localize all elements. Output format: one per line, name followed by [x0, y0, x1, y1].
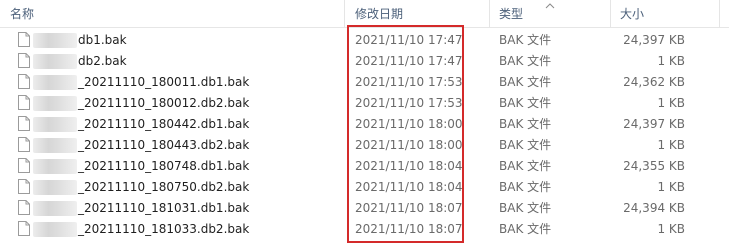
column-header-size[interactable]: 大小 [620, 0, 644, 28]
redacted-name-prefix [33, 201, 77, 216]
file-date-modified: 2021/11/10 18:00 [355, 138, 463, 152]
file-name: db1.bak [78, 33, 127, 47]
file-date-modified: 2021/11/10 17:47 [355, 33, 463, 47]
file-row[interactable]: db2.bak 2021/11/10 17:47 BAK 文件 1 KB [0, 51, 729, 72]
file-row[interactable]: _20211110_181033.db2.bak 2021/11/10 18:0… [0, 219, 729, 240]
file-icon [18, 179, 30, 194]
file-size: 24,362 KB [623, 75, 685, 89]
file-size: 1 KB [657, 222, 685, 236]
file-type: BAK 文件 [499, 117, 552, 131]
file-name: _20211110_180443.db2.bak [78, 138, 250, 152]
file-row[interactable]: db1.bak 2021/11/10 17:47 BAK 文件 24,397 K… [0, 30, 729, 51]
file-name: _20211110_180750.db2.bak [78, 180, 250, 194]
file-type: BAK 文件 [499, 180, 552, 194]
file-size: 24,397 KB [623, 33, 685, 47]
redacted-name-prefix [33, 54, 77, 69]
file-name: _20211110_180012.db2.bak [78, 96, 250, 110]
file-size: 1 KB [657, 96, 685, 110]
redacted-name-prefix [33, 117, 77, 132]
file-type: BAK 文件 [499, 222, 552, 236]
file-row[interactable]: _20211110_180012.db2.bak 2021/11/10 17:5… [0, 93, 729, 114]
column-divider[interactable] [610, 0, 611, 28]
file-icon [18, 116, 30, 131]
file-date-modified: 2021/11/10 17:53 [355, 96, 463, 110]
file-row[interactable]: _20211110_180443.db2.bak 2021/11/10 18:0… [0, 135, 729, 156]
file-icon [18, 32, 30, 47]
file-name: _20211110_180011.db1.bak [78, 75, 250, 89]
file-icon [18, 137, 30, 152]
file-size: 1 KB [657, 54, 685, 68]
file-name: _20211110_181033.db2.bak [78, 222, 250, 236]
file-size: 1 KB [657, 180, 685, 194]
file-icon [18, 200, 30, 215]
file-name: _20211110_180442.db1.bak [78, 117, 250, 131]
file-size: 24,394 KB [623, 201, 685, 215]
file-type: BAK 文件 [499, 96, 552, 110]
column-divider[interactable] [344, 0, 345, 28]
column-header-date-modified[interactable]: 修改日期 [355, 0, 403, 28]
file-size: 24,355 KB [623, 159, 685, 173]
file-date-modified: 2021/11/10 17:53 [355, 75, 463, 89]
file-icon [18, 95, 30, 110]
column-header-bar: 名称 修改日期 类型 大小 [0, 0, 729, 28]
file-name: _20211110_180748.db1.bak [78, 159, 250, 173]
file-date-modified: 2021/11/10 18:04 [355, 180, 463, 194]
file-row[interactable]: _20211110_180748.db1.bak 2021/11/10 18:0… [0, 156, 729, 177]
file-row[interactable]: _20211110_180011.db1.bak 2021/11/10 17:5… [0, 72, 729, 93]
file-date-modified: 2021/11/10 18:04 [355, 159, 463, 173]
redacted-name-prefix [33, 159, 77, 174]
file-icon [18, 53, 30, 68]
column-divider[interactable] [489, 0, 490, 28]
redacted-name-prefix [33, 96, 77, 111]
file-icon [18, 74, 30, 89]
redacted-name-prefix [33, 138, 77, 153]
file-icon [18, 158, 30, 173]
sort-caret-icon [545, 3, 555, 9]
file-icon [18, 221, 30, 236]
file-date-modified: 2021/11/10 17:47 [355, 54, 463, 68]
file-type: BAK 文件 [499, 138, 552, 152]
file-type: BAK 文件 [499, 54, 552, 68]
file-size: 1 KB [657, 138, 685, 152]
column-header-type[interactable]: 类型 [499, 0, 523, 28]
file-type: BAK 文件 [499, 159, 552, 173]
file-row[interactable]: _20211110_180442.db1.bak 2021/11/10 18:0… [0, 114, 729, 135]
redacted-name-prefix [33, 33, 77, 48]
file-type: BAK 文件 [499, 33, 552, 47]
redacted-name-prefix [33, 222, 77, 237]
file-type: BAK 文件 [499, 201, 552, 215]
column-divider[interactable] [719, 0, 720, 28]
column-header-name[interactable]: 名称 [10, 0, 34, 28]
file-size: 24,397 KB [623, 117, 685, 131]
file-type: BAK 文件 [499, 75, 552, 89]
redacted-name-prefix [33, 75, 77, 90]
file-name: db2.bak [78, 54, 127, 68]
file-row[interactable]: _20211110_181031.db1.bak 2021/11/10 18:0… [0, 198, 729, 219]
redacted-name-prefix [33, 180, 77, 195]
file-name: _20211110_181031.db1.bak [78, 201, 250, 215]
file-date-modified: 2021/11/10 18:00 [355, 117, 463, 131]
file-date-modified: 2021/11/10 18:07 [355, 222, 463, 236]
file-row[interactable]: _20211110_180750.db2.bak 2021/11/10 18:0… [0, 177, 729, 198]
file-date-modified: 2021/11/10 18:07 [355, 201, 463, 215]
